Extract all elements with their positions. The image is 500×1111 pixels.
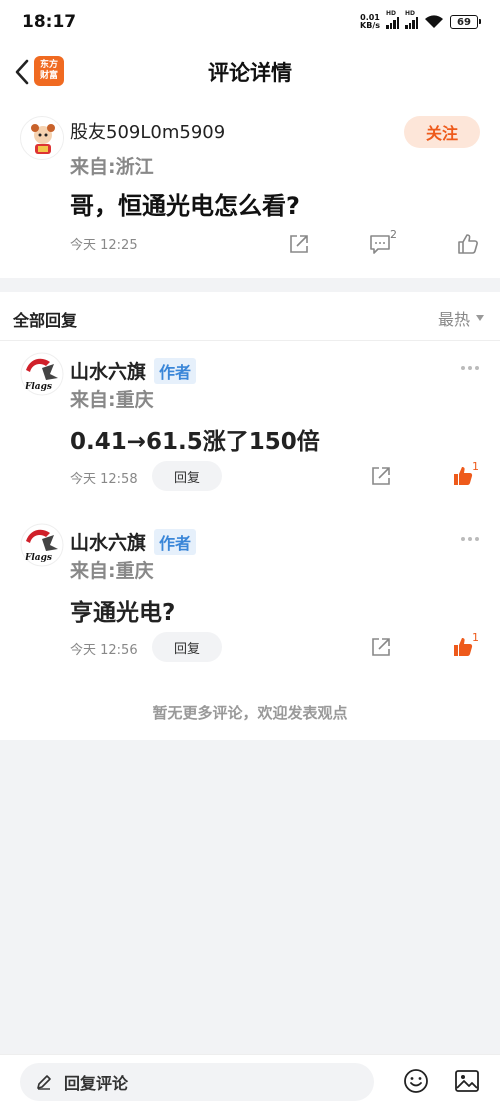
network-speed: 0.01 KB/s	[360, 13, 380, 30]
more-options-icon[interactable]	[461, 537, 479, 541]
wifi-icon	[425, 15, 443, 28]
reply-button[interactable]: 回复	[152, 461, 222, 491]
reply-text: 0.41→61.5涨了150倍	[70, 429, 320, 455]
back-button[interactable]	[10, 56, 34, 88]
sort-button[interactable]: 最热	[438, 306, 485, 330]
divider	[0, 340, 500, 341]
author-tag: 作者	[154, 357, 197, 384]
reply-author[interactable]: 山水六旗 作者	[70, 357, 197, 384]
avatar[interactable]: Flags	[20, 352, 64, 396]
nav-bar: 东方 财富 评论详情	[0, 44, 500, 100]
status-bar: 18:17 0.01 KB/s HD HD 69	[0, 0, 500, 44]
svg-text:Flags: Flags	[24, 553, 52, 563]
reply-time: 今天 12:58	[70, 472, 138, 487]
status-icons: 0.01 KB/s HD HD 69	[360, 10, 481, 30]
status-time: 18:17	[22, 12, 77, 32]
no-more-comments: 暂无更多评论，欢迎发表观点	[152, 704, 348, 722]
replies-header: 全部回复	[13, 311, 78, 330]
reply-location: 来自:重庆	[70, 389, 154, 411]
app-logo: 东方 财富	[34, 56, 64, 86]
pencil-icon	[37, 1075, 51, 1090]
like-count: 1	[472, 631, 479, 644]
author-tag: 作者	[154, 528, 197, 555]
emoji-icon[interactable]	[403, 1068, 429, 1094]
signal-icon: HD	[386, 10, 399, 29]
post-time: 今天 12:25	[70, 238, 138, 253]
chevron-left-icon	[15, 59, 29, 85]
flags-logo-icon: Flags	[20, 523, 64, 567]
share-icon[interactable]	[370, 465, 392, 487]
page-title: 评论详情	[208, 61, 292, 85]
reply-button[interactable]: 回复	[152, 632, 222, 662]
post-author[interactable]: 股友509L0m5909	[70, 118, 225, 144]
avatar[interactable]: Flags	[20, 523, 64, 567]
thumbs-up-filled-icon[interactable]	[452, 465, 474, 487]
reply-input[interactable]: 回复评论	[20, 1063, 374, 1101]
share-icon[interactable]	[370, 636, 392, 658]
more-options-icon[interactable]	[461, 366, 479, 370]
reply-author[interactable]: 山水六旗 作者	[70, 528, 197, 555]
mascot-avatar-icon	[22, 118, 63, 159]
signal-icon: HD	[405, 10, 418, 29]
reply-time: 今天 12:56	[70, 643, 138, 658]
thumbs-up-filled-icon[interactable]	[452, 636, 474, 658]
like-count: 1	[472, 460, 479, 473]
caret-down-icon	[476, 315, 485, 321]
svg-text:Flags: Flags	[24, 382, 52, 392]
battery-icon: 69	[450, 15, 481, 29]
reply-text: 亨通光电?	[70, 600, 176, 626]
comment-count: 2	[390, 228, 397, 241]
image-icon[interactable]	[454, 1068, 480, 1094]
follow-button[interactable]: 关注	[404, 116, 480, 148]
reply-location: 来自:重庆	[70, 560, 154, 582]
flags-logo-icon: Flags	[20, 352, 64, 396]
post-text: 哥，恒通光电怎么看?	[70, 192, 300, 220]
comment-icon[interactable]	[369, 233, 391, 255]
share-icon[interactable]	[288, 233, 310, 255]
post-location: 来自:浙江	[70, 156, 154, 178]
thumbs-up-icon[interactable]	[457, 233, 479, 255]
avatar[interactable]	[20, 116, 64, 160]
